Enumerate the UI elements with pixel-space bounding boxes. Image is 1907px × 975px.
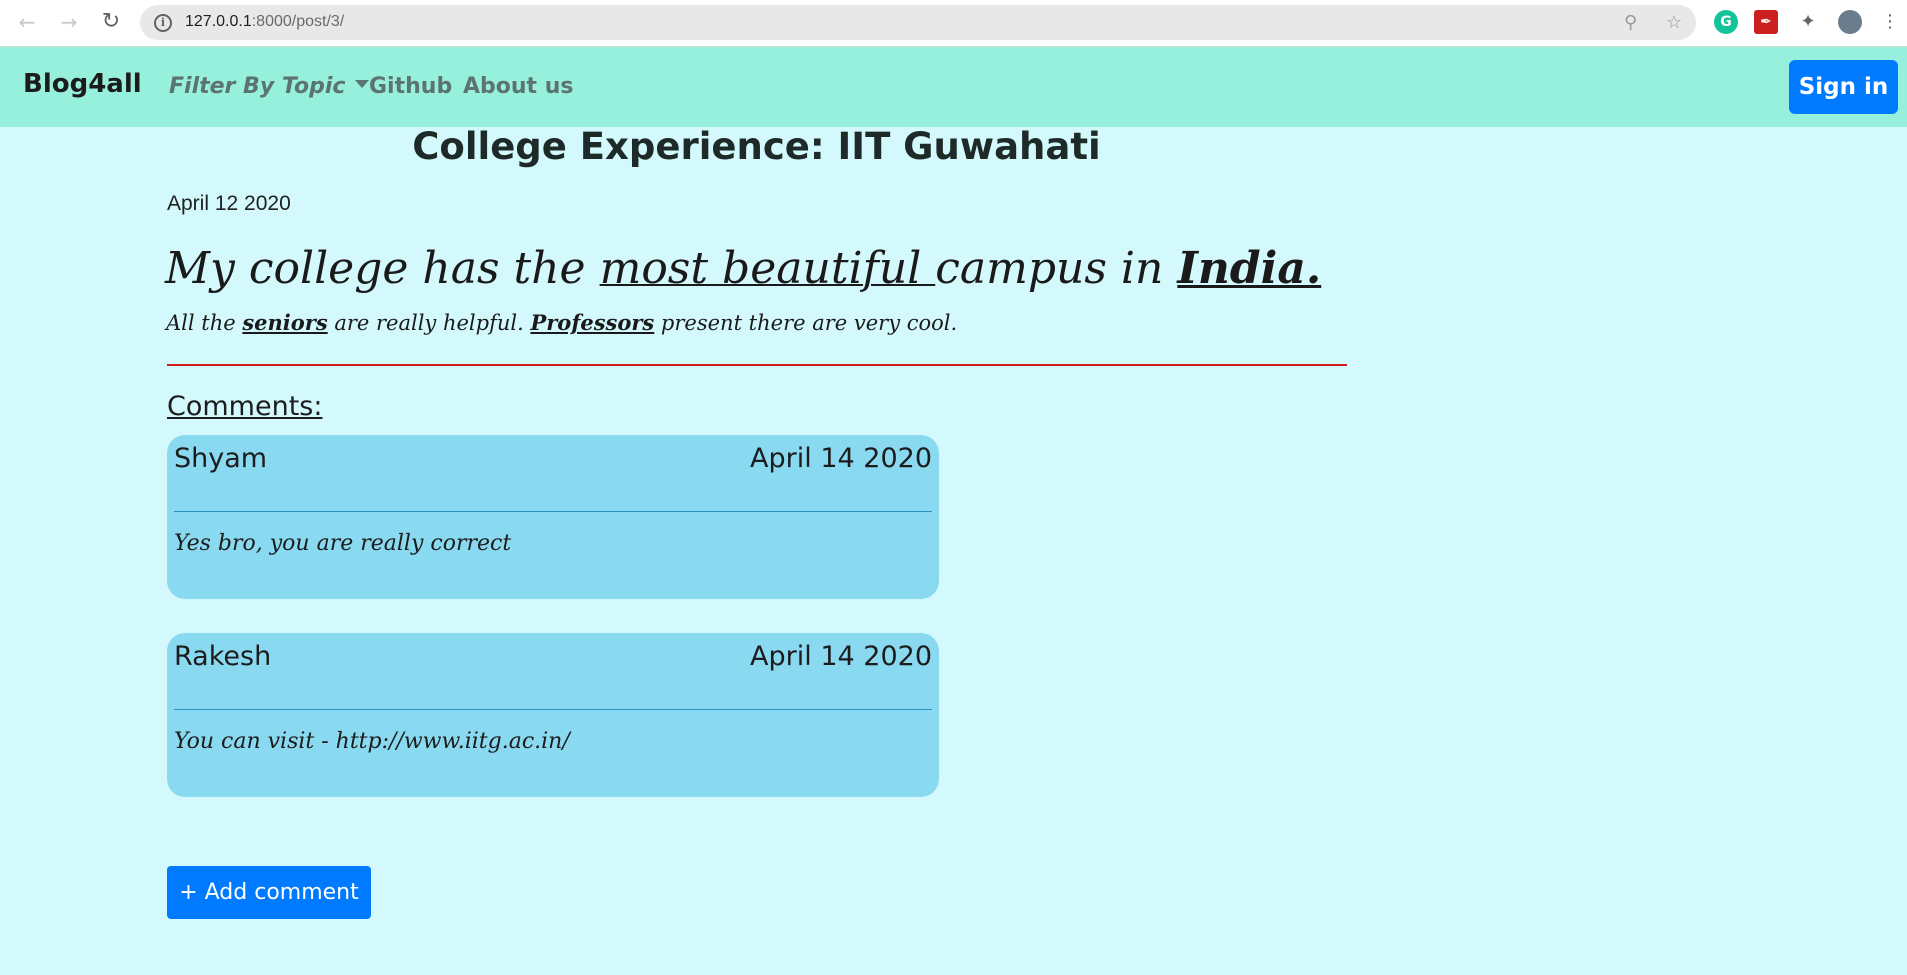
comments-heading: Comments:: [167, 391, 323, 422]
browser-menu-icon[interactable]: ⋮: [1878, 10, 1902, 34]
comment-card: Shyam April 14 2020 Yes bro, you are rea…: [167, 435, 939, 599]
comment-text: Yes bro, you are really correct: [174, 531, 512, 556]
url-text[interactable]: 127.0.0.1:8000/post/3/: [185, 13, 344, 31]
post-date: April 12 2020: [167, 192, 291, 215]
bookmark-star-icon[interactable]: ☆: [1666, 12, 1682, 33]
chevron-down-icon: [355, 80, 370, 88]
nav-link-github[interactable]: Github: [369, 74, 452, 99]
pen-extension-icon[interactable]: ✒: [1754, 10, 1778, 34]
site-navbar: Blog4all Filter By Topic Github About us…: [0, 47, 1907, 127]
comment-text: You can visit - http://www.iitg.ac.in/: [174, 729, 570, 754]
address-bar[interactable]: i 127.0.0.1:8000/post/3/ ⚲ ☆: [140, 5, 1696, 40]
comment-divider: [174, 709, 932, 710]
content-divider: [167, 364, 1347, 366]
nav-link-about-us[interactable]: About us: [463, 74, 573, 99]
grammarly-extension-icon[interactable]: G: [1714, 10, 1738, 34]
post-subline: All the seniors are really helpful. Prof…: [166, 310, 958, 335]
comment-card: Rakesh April 14 2020 You can visit - htt…: [167, 633, 939, 797]
add-comment-button[interactable]: + Add comment: [167, 866, 371, 919]
post-title: College Experience: IIT Guwahati: [412, 125, 1101, 168]
back-arrow-icon[interactable]: ←: [15, 10, 39, 34]
filter-by-topic-dropdown[interactable]: Filter By Topic: [169, 74, 370, 99]
comment-date: April 14 2020: [750, 443, 932, 474]
comment-divider: [174, 511, 932, 512]
reload-icon[interactable]: ↻: [99, 10, 123, 34]
browser-toolbar: ← → ↻ i 127.0.0.1:8000/post/3/ ⚲ ☆ G ✒ ✦…: [0, 0, 1907, 47]
sign-in-button[interactable]: Sign in: [1789, 60, 1898, 114]
comment-date: April 14 2020: [750, 641, 932, 672]
site-info-icon[interactable]: i: [154, 14, 172, 32]
forward-arrow-icon[interactable]: →: [57, 10, 81, 34]
page-body: Blog4all Filter By Topic Github About us…: [0, 47, 1907, 975]
filter-by-topic-label: Filter By Topic: [169, 74, 346, 99]
comment-author: Shyam: [174, 443, 268, 474]
post-headline: My college has the most beautiful campus…: [165, 243, 1322, 294]
zoom-icon[interactable]: ⚲: [1624, 12, 1637, 33]
comment-author: Rakesh: [174, 641, 272, 672]
extensions-puzzle-icon[interactable]: ✦: [1796, 10, 1820, 34]
profile-avatar[interactable]: [1838, 10, 1862, 34]
site-brand[interactable]: Blog4all: [23, 69, 142, 99]
